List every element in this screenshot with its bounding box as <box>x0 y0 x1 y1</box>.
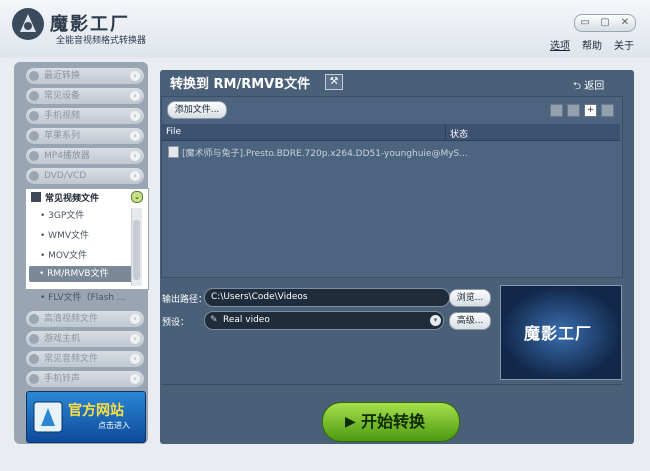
column-state[interactable]: 状态 <box>450 127 468 140</box>
chevron-down-icon: ⌄ <box>131 191 143 203</box>
sidebar-item-devices[interactable]: 常见设备 › <box>26 88 144 104</box>
sidebar-item-phone[interactable]: 手机视频 › <box>26 108 144 124</box>
chevron-right-icon: › <box>130 71 140 81</box>
clock-icon <box>29 71 39 81</box>
column-divider[interactable] <box>445 124 446 140</box>
back-button[interactable]: ⮌ 返回 <box>573 77 604 96</box>
app-subtitle: 全能音视频格式转换器 <box>56 36 147 46</box>
page-title: 转换到 RM/RMVB文件 <box>170 77 311 92</box>
phone-icon <box>29 111 39 121</box>
output-path-label: 输出路径： <box>162 295 208 305</box>
advanced-button[interactable]: 高级... <box>449 312 491 330</box>
chevron-right-icon: › <box>130 354 140 364</box>
preset-label: 预设： <box>162 318 190 328</box>
sidebar-item-recent[interactable]: 最近转换 › <box>26 68 144 84</box>
apple-icon <box>29 131 39 141</box>
move-down-icon[interactable] <box>567 104 580 117</box>
menu-options[interactable]: 选项 <box>550 37 570 52</box>
format-flv[interactable]: • FLV文件（Flash ... <box>40 290 126 303</box>
sidebar-item-mp4[interactable]: MP4播放器 › <box>26 148 144 164</box>
gamepad-icon <box>29 334 39 344</box>
window-controls: ▭ ▢ ✕ <box>574 14 636 32</box>
banner-subtitle: 点击进入 <box>98 421 130 430</box>
sidebar-item-video-files[interactable]: 常见视频文件 ⌄ <box>27 190 147 204</box>
hd-icon <box>29 314 39 324</box>
chevron-right-icon: › <box>130 334 140 344</box>
column-file[interactable]: File <box>166 127 181 137</box>
device-icon <box>29 91 39 101</box>
menu-about[interactable]: 关于 <box>614 37 634 52</box>
mp4-player-icon <box>29 151 39 161</box>
sidebar-item-apple[interactable]: 苹果系列 › <box>26 128 144 144</box>
format-3gp[interactable]: • 3GP文件 <box>40 208 84 221</box>
format-rmvb[interactable]: • RM/RMVB文件 <box>29 266 135 282</box>
sidebar-item-hd[interactable]: 高清视频文件 › <box>26 311 144 327</box>
plus-icon[interactable]: + <box>584 104 597 117</box>
top-menu: 选项 帮助 关于 <box>550 37 634 52</box>
banner-title: 官方网站 <box>68 403 124 419</box>
divider <box>162 384 622 385</box>
back-arrow-icon: ⮌ <box>573 81 582 92</box>
sidebar-item-ringtone[interactable]: 手机铃声 › <box>26 371 144 387</box>
file-list-header: File 状态 <box>162 124 620 141</box>
ringtone-icon <box>29 374 39 384</box>
close-button[interactable]: ✕ <box>615 15 635 31</box>
chevron-right-icon: › <box>130 131 140 141</box>
chevron-down-icon: ▾ <box>430 315 441 326</box>
sidebar-item-dvd[interactable]: DVD/VCD › <box>26 168 144 184</box>
output-path-field[interactable]: C:\Users\Code\Videos <box>204 288 450 307</box>
remove-icon[interactable] <box>601 104 614 117</box>
chevron-right-icon: › <box>130 151 140 161</box>
chevron-right-icon: › <box>130 171 140 181</box>
panel-scrollbar-thumb[interactable] <box>133 220 140 280</box>
chevron-right-icon: › <box>130 314 140 324</box>
video-file-icon <box>168 146 179 158</box>
app-logo-icon <box>12 8 44 40</box>
disc-icon <box>29 171 39 181</box>
pencil-icon: ✎ <box>210 315 218 325</box>
browse-button[interactable]: 浏览... <box>449 289 491 307</box>
preset-select[interactable]: ✎ Real video ▾ <box>204 311 444 330</box>
file-row[interactable]: [魔术师与兔子].Presto.BDRE.720p.x264.DD51-youn… <box>182 146 468 159</box>
play-icon: ▶ <box>345 414 356 430</box>
sidebar-item-game[interactable]: 游戏主机 › <box>26 331 144 347</box>
minimize-button[interactable]: ▭ <box>575 15 595 31</box>
preview-logo-text: 魔影工厂 <box>524 324 593 343</box>
title-bar: 魔影工厂 全能音视频格式转换器 ▭ ▢ ✕ 选项 帮助 关于 <box>0 0 650 58</box>
format-mov[interactable]: • MOV文件 <box>40 248 87 261</box>
chevron-right-icon: › <box>130 91 140 101</box>
wrench-icon[interactable]: ⚒ <box>325 74 343 90</box>
sidebar-item-audio[interactable]: 常见音频文件 › <box>26 351 144 367</box>
app-window: 魔影工厂 全能音视频格式转换器 ▭ ▢ ✕ 选项 帮助 关于 最近转换 › 常见… <box>0 0 650 471</box>
format-wmv[interactable]: • WMV文件 <box>40 228 89 241</box>
move-up-icon[interactable] <box>550 104 563 117</box>
start-convert-button[interactable]: ▶ 开始转换 <box>322 402 460 442</box>
cube-logo-icon <box>33 401 63 433</box>
chevron-right-icon: › <box>130 111 140 121</box>
add-file-button[interactable]: 添加文件... <box>167 101 227 119</box>
maximize-button[interactable]: ▢ <box>595 15 615 31</box>
menu-help[interactable]: 帮助 <box>582 37 602 52</box>
chevron-right-icon: › <box>130 374 140 384</box>
music-icon <box>29 354 39 364</box>
film-icon <box>31 192 41 202</box>
